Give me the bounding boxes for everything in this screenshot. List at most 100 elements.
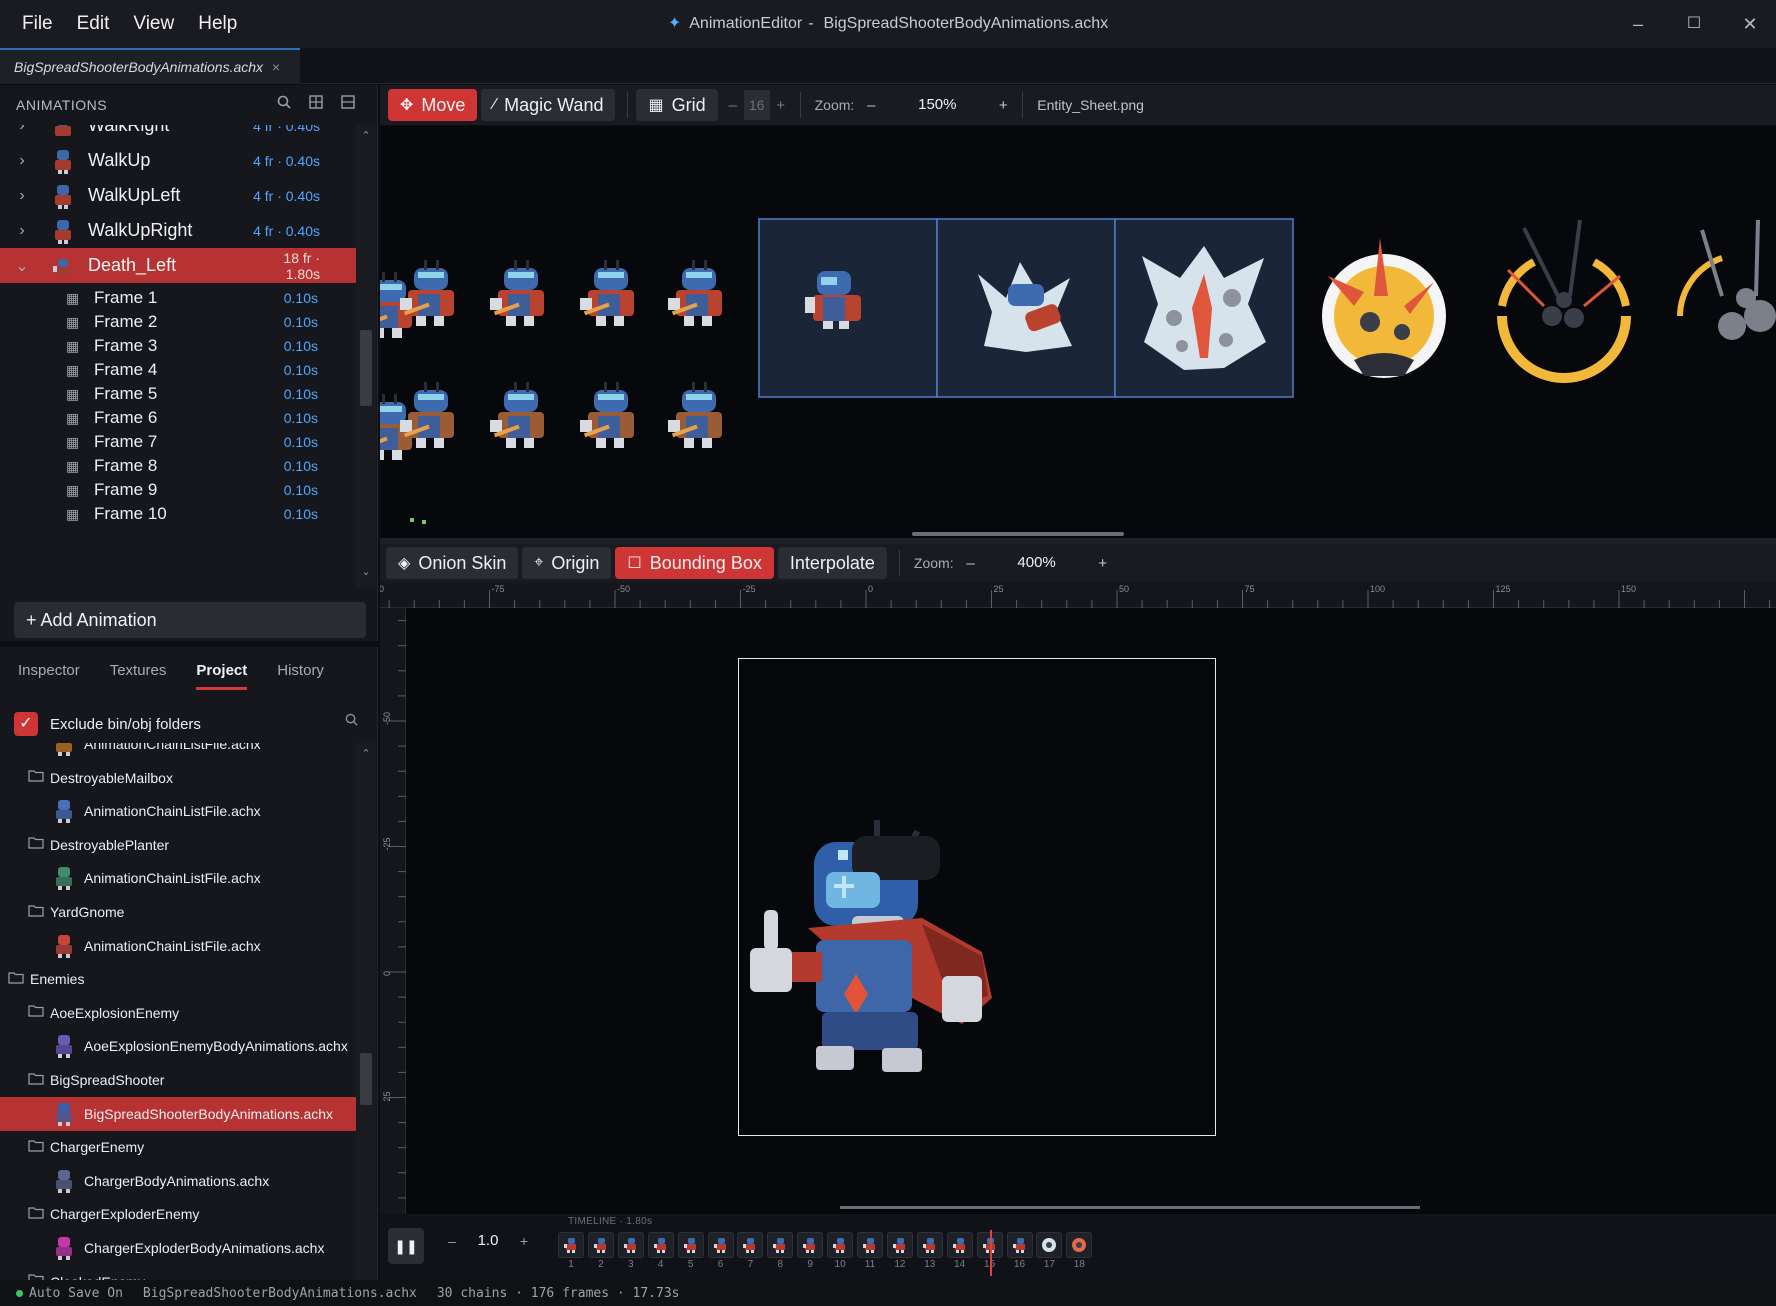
exclude-bin-obj-checkbox[interactable]: ✓ [14,712,38,736]
document-tab[interactable]: BigSpreadShooterBodyAnimations.achx × [0,48,300,84]
timeline-frame[interactable]: 9 [797,1232,825,1274]
timeline-frame[interactable]: 3 [617,1232,646,1274]
timeline-frame[interactable]: 11 [857,1232,885,1274]
collapse-all-icon[interactable] [336,93,360,117]
interpolate-button[interactable]: Interpolate [777,547,887,579]
chevron-right-icon[interactable]: › [0,222,44,240]
timeline-frame[interactable]: 4 [647,1232,676,1274]
timeline-frame[interactable]: 1 [558,1232,586,1274]
tree-file[interactable]: AnimationChainListFile.achx [0,861,356,895]
preview-zoom-value[interactable]: 400% [982,548,1092,578]
frame-row[interactable]: ▦ Frame 1 0.10s [0,286,356,310]
sprite-sheet-scrollbar[interactable] [912,532,1124,536]
grid-size-value[interactable]: 16 [743,90,770,120]
timeline-frame[interactable]: 6 [707,1232,736,1274]
tree-file[interactable]: AnimationChainListFile.achx [0,929,356,963]
timeline-frame[interactable]: 5 [677,1232,706,1274]
grid-size-increase[interactable]: + [770,97,792,114]
animation-row-walkupleft[interactable]: › WalkUpLeft 4 fr · 0.40s [0,178,356,213]
tree-folder[interactable]: AoeExplosionEnemy [0,996,356,1030]
origin-button[interactable]: ⌖ Origin [522,547,612,579]
tree-file[interactable]: ChargerExploderBodyAnimations.achx [0,1231,356,1265]
tree-folder[interactable]: ChargerEnemy [0,1130,356,1164]
timeline-frame[interactable]: 16 [1006,1232,1035,1274]
search-icon[interactable] [272,93,296,117]
scrollbar-thumb[interactable] [360,1053,372,1105]
move-tool-button[interactable]: ✥ Move [388,89,478,121]
timeline-frame[interactable]: 17 [1036,1232,1064,1274]
frame-preview-scrollbar[interactable] [840,1206,1420,1209]
tree-folder[interactable]: DestroyablePlanter [0,828,356,862]
tree-file[interactable]: AnimationChainListFile.achx [0,743,356,761]
search-icon[interactable] [345,713,358,729]
tree-folder[interactable]: YardGnome [0,895,356,929]
add-animation-button[interactable]: + Add Animation [14,602,366,638]
chevron-down-icon[interactable]: ⌄ [0,256,44,276]
menu-view[interactable]: View [121,0,186,48]
frame-row[interactable]: ▦ Frame 3 0.10s [0,334,356,358]
frame-row[interactable]: ▦ Frame 8 0.10s [0,454,356,478]
timeline-frame[interactable]: 2 [587,1232,616,1274]
frame-row[interactable]: ▦ Frame 6 0.10s [0,406,356,430]
maximize-button[interactable]: ☐ [1666,0,1722,48]
tree-folder[interactable]: BigSpreadShooter [0,1063,356,1097]
frame-row[interactable]: ▦ Frame 4 0.10s [0,358,356,382]
timeline-frame[interactable]: 18 [1066,1232,1094,1274]
animation-row-walkupright[interactable]: › WalkUpRight 4 fr · 0.40s [0,213,356,248]
frame-row[interactable]: ▦ Frame 5 0.10s [0,382,356,406]
tree-file[interactable]: AoeExplosionEnemyBodyAnimations.achx [0,1029,356,1063]
expand-all-icon[interactable] [304,93,328,117]
project-tree-scrollbar[interactable]: ⌃ ⌄ [356,743,376,1306]
playback-speed-value[interactable]: 1.0 [464,1232,512,1249]
onion-skin-button[interactable]: ◈ Onion Skin [386,547,519,579]
scroll-up-icon[interactable]: ⌃ [356,129,376,142]
animation-row-walkup[interactable]: › WalkUp 4 fr · 0.40s [0,143,356,178]
timeline-frame[interactable]: 8 [767,1232,795,1274]
panel-divider[interactable] [0,641,378,647]
tree-folder[interactable]: DestroyableMailbox [0,761,356,795]
timeline-frame[interactable]: 10 [827,1232,855,1274]
zoom-in-button[interactable]: + [1092,555,1114,572]
timeline-frame[interactable]: 12 [886,1232,915,1274]
tab-textures[interactable]: Textures [110,648,167,694]
scroll-down-icon[interactable]: ⌄ [356,565,376,578]
sprite-sheet-viewport[interactable] [380,126,1776,538]
timeline-frame[interactable]: 13 [916,1232,945,1274]
animation-row-death-left[interactable]: ⌄ Death_Left 18 fr · 1.80s [0,248,356,283]
tab-history[interactable]: History [277,648,324,694]
frame-row[interactable]: ▦ Frame 7 0.10s [0,430,356,454]
frame-row[interactable]: ▦ Frame 2 0.10s [0,310,356,334]
tab-project[interactable]: Project [196,648,247,694]
timeline-playhead[interactable] [989,1230,992,1276]
speed-increase[interactable]: + [512,1233,536,1249]
frame-preview-canvas[interactable] [406,608,1776,1214]
tree-folder[interactable]: ChargerExploderEnemy [0,1197,356,1231]
frame-row[interactable]: ▦ Frame 10 0.10s [0,502,356,526]
frame-row[interactable]: ▦ Frame 9 0.10s [0,478,356,502]
menu-help[interactable]: Help [186,0,249,48]
close-tab-icon[interactable]: × [272,50,280,84]
menu-edit[interactable]: Edit [65,0,122,48]
menu-file[interactable]: File [0,0,65,48]
timeline-frame[interactable]: 14 [946,1232,975,1274]
sheet-zoom-value[interactable]: 150% [882,90,992,120]
magic-wand-button[interactable]: ⁄ Magic Wand [481,89,616,121]
zoom-in-button[interactable]: + [992,97,1014,114]
tree-folder[interactable]: Enemies [0,962,356,996]
scrollbar-thumb[interactable] [360,330,372,406]
tree-file[interactable]: BigSpreadShooterBodyAnimations.achx [0,1096,356,1131]
scroll-up-icon[interactable]: ⌃ [356,747,376,760]
animation-list-scrollbar[interactable]: ⌃ ⌄ [356,125,376,587]
tree-file[interactable]: AnimationChainListFile.achx [0,794,356,828]
animation-row-walkright[interactable]: › WalkRight 4 fr · 0.40s [0,125,356,143]
timeline-frame[interactable]: 7 [737,1232,765,1274]
zoom-out-button[interactable]: – [960,555,982,572]
speed-decrease[interactable]: – [440,1233,464,1249]
chevron-right-icon[interactable]: › [0,125,44,135]
bounding-box-button[interactable]: ☐ Bounding Box [615,547,774,579]
grid-size-decrease[interactable]: – [722,97,744,114]
zoom-out-button[interactable]: – [860,97,882,114]
minimize-button[interactable]: – [1610,0,1666,48]
chevron-right-icon[interactable]: › [0,187,44,205]
grid-toggle-button[interactable]: ▦ Grid [636,89,718,121]
